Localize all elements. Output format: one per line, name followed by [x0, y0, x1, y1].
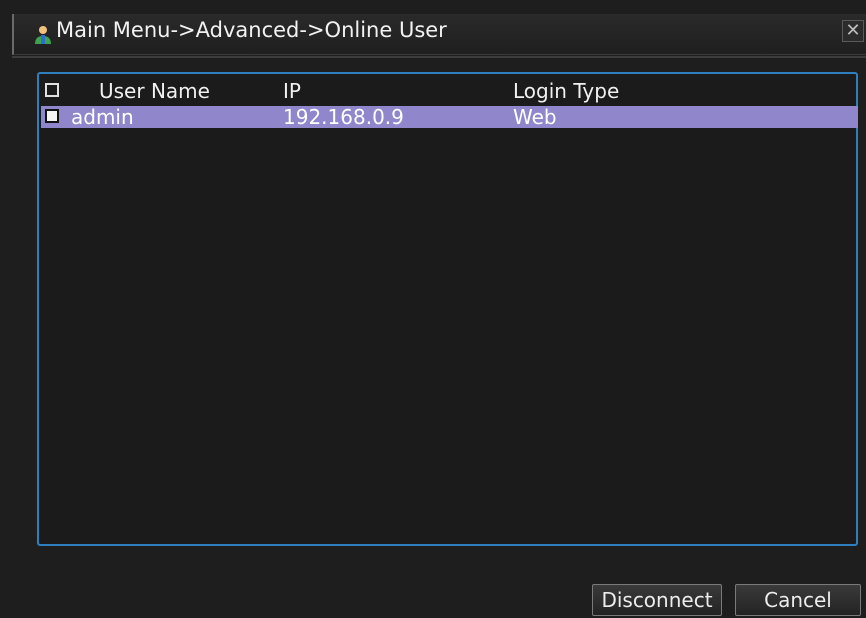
user-row[interactable]: admin 192.168.0.9 Web — [41, 105, 858, 129]
cancel-button[interactable]: Cancel — [735, 584, 861, 616]
window-title: Main Menu->Advanced->Online User — [56, 18, 447, 42]
list-header: User Name IP Login Type — [41, 79, 858, 103]
column-header-user-name[interactable]: User Name — [99, 79, 210, 103]
online-user-window: Main Menu->Advanced->Online User ✕ User … — [0, 0, 866, 618]
column-header-login-type[interactable]: Login Type — [513, 79, 619, 103]
user-name-cell: admin — [71, 105, 134, 129]
login-type-cell: Web — [513, 105, 557, 129]
ip-cell: 192.168.0.9 — [283, 105, 404, 129]
user-icon — [35, 26, 51, 44]
header-divider — [12, 56, 866, 58]
close-button[interactable]: ✕ — [842, 20, 864, 42]
column-header-ip[interactable]: IP — [283, 79, 301, 103]
online-user-list[interactable]: User Name IP Login Type admin 192.168.0.… — [37, 72, 858, 546]
title-bar: Main Menu->Advanced->Online User ✕ — [12, 14, 866, 55]
row-checkbox[interactable] — [45, 109, 59, 123]
disconnect-button[interactable]: Disconnect — [592, 584, 722, 616]
select-all-checkbox[interactable] — [45, 83, 59, 97]
